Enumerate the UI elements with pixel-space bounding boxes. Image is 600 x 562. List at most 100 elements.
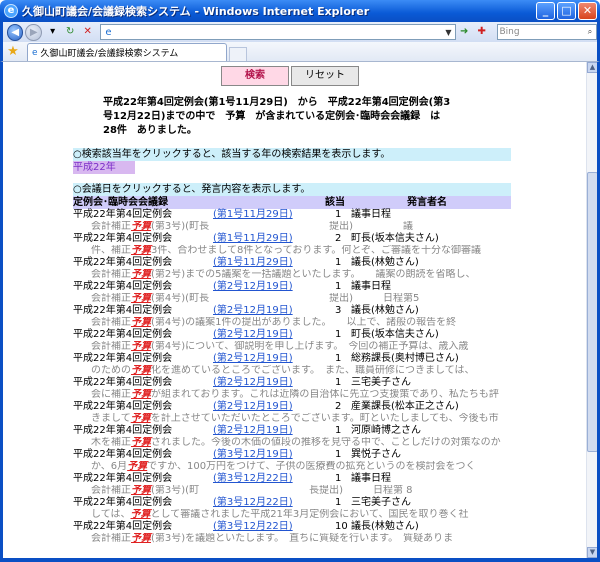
row-speaker: 議長(林勉さん)	[351, 521, 419, 532]
row-excerpt: 木を補正予算されました。今後の木価の値段の推移を見守る中で、ことしだけの対策なの…	[73, 437, 513, 449]
table-row: 平成22年第4回定例会 (第3号12月22日) 1 議事日程 会計補正予算(第3号)(町…	[73, 473, 523, 497]
row-meeting: 平成22年第4回定例会	[73, 281, 173, 292]
ie-app-icon: e	[4, 4, 18, 18]
row-meeting: 平成22年第4回定例会	[73, 353, 173, 364]
new-tab-button[interactable]	[229, 47, 247, 61]
row-meeting: 平成22年第4回定例会	[73, 497, 173, 508]
table-row: 平成22年第4回定例会 (第2号12月19日) 1 総務課長(奥村博已さん) のための予…	[73, 353, 523, 377]
search-icon[interactable]: ⌕	[584, 27, 596, 37]
tab-active[interactable]: e 久御山町議会/会議録検索システム	[27, 43, 227, 61]
excerpt-post: (第3号)(町 長提出) 日程第 8	[151, 485, 413, 496]
row-excerpt: 会計補正予算(第4号)の議案1件の提出がありました。 以上で、諸般の報告を終	[73, 317, 513, 329]
go-icon[interactable]: ➜	[458, 25, 472, 39]
row-date-link[interactable]: (第2号12月19日)	[213, 329, 293, 341]
year-link[interactable]: 平成22年	[73, 161, 135, 174]
excerpt-pre: 会計補正	[91, 317, 131, 328]
col-speaker: 発言者名	[407, 197, 447, 208]
row-speaker: 河原崎博之さん	[351, 425, 421, 436]
tab-bar: ★ e 久御山町議会/会議録検索システム	[0, 42, 600, 62]
row-excerpt: きまして予算を計上させていただいたところでございます。町といたしましても、今後も…	[73, 413, 513, 425]
excerpt-post: が組まれております。これは近隣の自治体に先立つ支援策であり、私たちも評	[151, 389, 499, 400]
row-meeting: 平成22年第4回定例会	[73, 329, 173, 340]
stop-icon[interactable]: ✕	[81, 25, 95, 39]
forward-button[interactable]: ▶	[25, 23, 42, 41]
excerpt-post: (第4号)の議案1件の提出がありました。 以上で、諸般の報告を終	[151, 317, 457, 328]
row-match-count: 1	[335, 209, 342, 220]
summary-line: 28件 ありました。	[103, 125, 197, 136]
row-date-link[interactable]: (第1号11月29日)	[213, 209, 293, 221]
row-speaker: 町長(坂本信夫さん)	[351, 329, 439, 340]
vertical-scrollbar[interactable]: ▲ ▼	[586, 62, 598, 558]
excerpt-pre: 会計補正	[91, 533, 131, 544]
row-match-count: 10	[335, 521, 348, 532]
minimize-button[interactable]: _	[536, 2, 555, 20]
row-date-link[interactable]: (第2号12月19日)	[213, 353, 293, 365]
row-excerpt: 会計補正予算(第4号)について、御説明を申し上げます。 今回の補正予算は、歳入歳	[73, 341, 513, 353]
search-button[interactable]: 検索	[221, 66, 289, 86]
table-row: 平成22年第4回定例会 (第2号12月19日) 1 三宅美子さん 会に補正予算が組まれて…	[73, 377, 523, 401]
window-title: 久御山町議会/会議録検索システム - Windows Internet Expl…	[22, 5, 370, 18]
keyword-highlight: 予算	[131, 221, 151, 232]
back-button[interactable]: ◀	[7, 23, 24, 41]
row-speaker: 巽悦子さん	[351, 449, 401, 460]
row-speaker: 議事日程	[351, 473, 391, 484]
excerpt-post: (第4号)(町長 提出) 日程第5	[151, 293, 420, 304]
search-placeholder: Bing	[499, 27, 520, 37]
row-match-count: 1	[335, 353, 342, 364]
favorites-star-icon[interactable]: ★	[5, 43, 21, 61]
row-speaker: 町長(坂本信夫さん)	[351, 233, 439, 244]
row-meeting: 平成22年第4回定例会	[73, 233, 173, 244]
row-match-count: 2	[335, 401, 342, 412]
row-speaker: 議長(林勉さん)	[351, 305, 419, 316]
search-input[interactable]: Bing ⌕	[496, 24, 597, 40]
row-date-link[interactable]: (第2号12月19日)	[213, 401, 293, 413]
keyword-highlight: 予算	[131, 389, 151, 400]
table-row: 平成22年第4回定例会 (第3号12月22日) 1 三宅美子さん しては、予算として審議…	[73, 497, 523, 521]
keyword-highlight: 予算	[131, 485, 151, 496]
keyword-highlight: 予算	[131, 293, 151, 304]
row-excerpt: 会計補正予算(第3号)(町長 提出) 議	[73, 221, 513, 233]
refresh-alt-icon[interactable]: ✚	[475, 25, 489, 39]
table-row: 平成22年第4回定例会 (第2号12月19日) 3 議長(林勉さん) 会計補正予算(第4…	[73, 305, 523, 329]
row-date-link[interactable]: (第2号12月19日)	[213, 305, 293, 317]
row-match-count: 2	[335, 233, 342, 244]
excerpt-post: (第2号)までの5議案を一括議題といたします。 議案の朗読を省略し、	[151, 269, 476, 280]
history-dropdown-icon[interactable]: ▾	[46, 25, 60, 39]
close-button[interactable]: ✕	[578, 2, 597, 20]
excerpt-pre: 件、補正	[91, 245, 131, 256]
row-match-count: 1	[335, 377, 342, 388]
row-meeting: 平成22年第4回定例会	[73, 377, 173, 388]
row-date-link[interactable]: (第1号11月29日)	[213, 233, 293, 245]
row-date-link[interactable]: (第1号11月29日)	[213, 257, 293, 269]
excerpt-post: として審議されました平成21年3月定例会において、国民を取り巻く社	[150, 509, 469, 520]
row-date-link[interactable]: (第2号12月19日)	[213, 425, 293, 437]
row-speaker: 三宅美子さん	[351, 497, 411, 508]
row-speaker: 議事日程	[351, 281, 391, 292]
keyword-highlight: 予算	[131, 245, 151, 256]
row-match-count: 1	[335, 497, 342, 508]
maximize-button[interactable]: □	[557, 2, 576, 20]
year-hint: ○検索該当年をクリックすると、該当する年の検索結果を表示します。	[73, 148, 511, 161]
row-date-link[interactable]: (第3号12月22日)	[213, 497, 293, 509]
row-meeting: 平成22年第4回定例会	[73, 449, 173, 460]
address-input[interactable]: e ▼	[100, 24, 456, 40]
address-dropdown-icon[interactable]: ▼	[443, 28, 455, 37]
row-date-link[interactable]: (第3号12月22日)	[213, 521, 293, 533]
excerpt-post: されました。今後の木価の値段の推移を見守る中で、ことしだけの対策なのか	[151, 437, 501, 448]
row-date-link[interactable]: (第2号12月19日)	[213, 281, 293, 293]
excerpt-pre: 会計補正	[91, 269, 131, 280]
row-meeting: 平成22年第4回定例会	[73, 209, 173, 220]
row-date-link[interactable]: (第2号12月19日)	[213, 377, 293, 389]
reset-button[interactable]: リセット	[291, 66, 359, 86]
row-match-count: 1	[335, 425, 342, 436]
row-date-link[interactable]: (第3号12月19日)	[213, 449, 293, 461]
window-titlebar: e 久御山町議会/会議録検索システム - Windows Internet Ex…	[0, 0, 600, 22]
col-meeting: 定例会･臨時会会議録	[73, 197, 168, 208]
row-excerpt: か、6月予算ですか、100万円をつけて、子供の医療費の拡充というのを検討会をつく	[73, 461, 513, 473]
table-row: 平成22年第4回定例会 (第1号11月29日) 2 町長(坂本信夫さん) 件、補正予算3…	[73, 233, 523, 257]
excerpt-post: 3件、合わせまして8件となっております。何とぞ、ご審議を十分な御審議	[151, 245, 482, 256]
refresh-icon[interactable]: ↻	[63, 25, 77, 39]
excerpt-pre: 木を補正	[91, 437, 131, 448]
row-excerpt: 会計補正予算(第3号)(町 長提出) 日程第 8	[73, 485, 513, 497]
row-date-link[interactable]: (第3号12月22日)	[213, 473, 293, 485]
